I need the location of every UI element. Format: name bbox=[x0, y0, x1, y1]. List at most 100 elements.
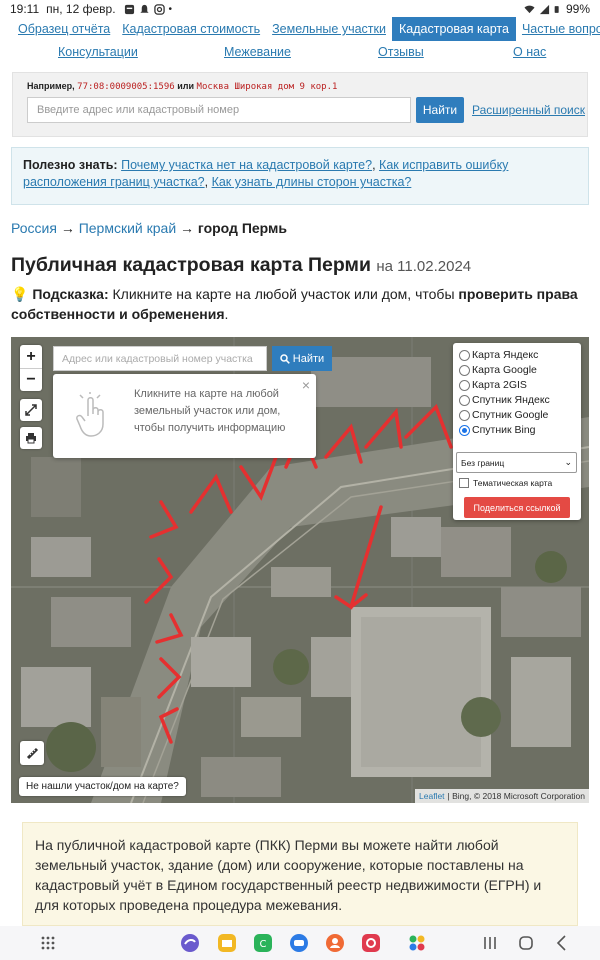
multi-apps-icon[interactable] bbox=[407, 933, 427, 953]
battery-level: 99% bbox=[565, 2, 590, 16]
layer-label: Карта Яндекс bbox=[472, 349, 539, 361]
example-number: 77:08:0009005:1596 bbox=[77, 82, 175, 92]
borders-select[interactable]: Без границ ⌄ bbox=[456, 452, 577, 473]
layer-switcher: Карта Яндекс Карта Google Карта 2GIS Спу… bbox=[453, 343, 581, 520]
back-icon[interactable] bbox=[552, 933, 572, 953]
example-or: или bbox=[177, 81, 195, 91]
camera-app-icon[interactable] bbox=[361, 933, 381, 953]
notification-icon bbox=[124, 4, 134, 14]
nav-link-sample-report[interactable]: Образец отчёта bbox=[12, 17, 116, 41]
breadcrumb-separator: → bbox=[180, 220, 195, 236]
site-nav: Образец отчёта Кадастровая стоимость Зем… bbox=[0, 17, 600, 67]
search-input[interactable]: Введите адрес или кадастровый номер bbox=[27, 97, 411, 123]
app-drawer-icon[interactable] bbox=[38, 933, 58, 953]
home-icon[interactable] bbox=[516, 933, 536, 953]
map-attribution: Leaflet | Bing, © 2018 Microsoft Corpora… bbox=[415, 789, 589, 803]
page-title: Публичная кадастровая карта Перми на 11.… bbox=[11, 254, 471, 277]
layer-option-bing-satellite[interactable]: Спутник Bing bbox=[459, 424, 536, 436]
search-example: Например, 77:08:0009005:1596 или Москва … bbox=[27, 81, 337, 92]
info-link-side-lengths[interactable]: Как узнать длины сторон участка? bbox=[212, 175, 412, 189]
browser-app-icon[interactable] bbox=[180, 933, 200, 953]
tooltip-close-icon[interactable]: × bbox=[302, 377, 310, 393]
contacts-app-icon[interactable] bbox=[325, 933, 345, 953]
description-box: На публичной кадастровой карте (ПКК) Пер… bbox=[22, 822, 578, 926]
layer-option-2gis-map[interactable]: Карта 2GIS bbox=[459, 379, 527, 391]
search-panel: Например, 77:08:0009005:1596 или Москва … bbox=[12, 72, 588, 137]
advanced-search-link[interactable]: Расширенный поиск bbox=[472, 103, 585, 117]
info-link-missing-plot[interactable]: Почему участка нет на кадастровой карте? bbox=[121, 158, 372, 172]
nav-link-reviews[interactable]: Отзывы bbox=[378, 45, 424, 59]
fullscreen-button[interactable] bbox=[20, 399, 42, 421]
radio-icon bbox=[459, 394, 470, 406]
map-search-button-label: Найти bbox=[292, 352, 325, 365]
layer-label: Карта 2GIS bbox=[472, 379, 527, 391]
useful-info-box: Полезно знать: Почему участка нет на кад… bbox=[11, 147, 589, 205]
zoom-in-button[interactable]: + bbox=[20, 345, 42, 368]
ruler-icon bbox=[26, 747, 38, 759]
map-search-input[interactable]: Адрес или кадастровый номер участка bbox=[53, 346, 267, 371]
radio-icon bbox=[459, 379, 470, 391]
nav-link-cadastral-map[interactable]: Кадастровая карта bbox=[392, 17, 516, 41]
status-date: пн, 12 февр. bbox=[46, 2, 116, 16]
attribution-text: | Bing, © 2018 Microsoft Corporation bbox=[447, 791, 585, 801]
radio-selected-icon bbox=[459, 424, 470, 436]
thematic-map-checkbox[interactable]: Тематическая карта bbox=[459, 478, 552, 488]
android-nav-bar: C bbox=[0, 926, 600, 960]
hint: 💡 Подсказка: Кликните на карте на любой … bbox=[11, 284, 591, 324]
dot-icon: • bbox=[168, 3, 173, 15]
zoom-control: + − bbox=[20, 345, 42, 391]
wifi-icon bbox=[524, 5, 535, 13]
chevron-down-icon: ⌄ bbox=[564, 457, 572, 467]
status-bar: 19:11 пн, 12 февр. • 99% bbox=[0, 0, 600, 18]
messages-app-icon[interactable] bbox=[289, 933, 309, 953]
radio-icon bbox=[459, 409, 470, 421]
map-search-button[interactable]: Найти bbox=[272, 346, 332, 371]
leaflet-link[interactable]: Leaflet bbox=[419, 791, 445, 801]
breadcrumb-current: город Пермь bbox=[197, 220, 287, 236]
nav-row-1: Образец отчёта Кадастровая стоимость Зем… bbox=[0, 17, 600, 41]
layer-option-google-map[interactable]: Карта Google bbox=[459, 364, 537, 376]
nav-row-2: Консультации Межевание Отзывы О нас bbox=[0, 41, 600, 67]
cadastral-map[interactable]: + − Адрес или кадастровый номер участка … bbox=[11, 337, 589, 803]
phone-app-icon[interactable]: C bbox=[253, 933, 273, 953]
layer-option-google-satellite[interactable]: Спутник Google bbox=[459, 409, 548, 421]
breadcrumb-separator: → bbox=[60, 220, 75, 236]
signal-icon bbox=[539, 4, 550, 14]
nav-link-faq[interactable]: Частые вопросы bbox=[516, 17, 600, 41]
thematic-map-label: Тематическая карта bbox=[473, 478, 553, 488]
page-title-date: на 11.02.2024 bbox=[376, 258, 472, 275]
search-icon bbox=[280, 353, 290, 364]
layer-label: Спутник Яндекс bbox=[472, 394, 550, 406]
breadcrumb-perm-krai[interactable]: Пермский край bbox=[79, 220, 176, 236]
layer-option-yandex-satellite[interactable]: Спутник Яндекс bbox=[459, 394, 550, 406]
not-found-button[interactable]: Не нашли участок/дом на карте? bbox=[19, 777, 186, 796]
folder-app-icon[interactable] bbox=[217, 933, 237, 953]
pointer-hand-icon bbox=[76, 392, 104, 437]
example-address: Москва Широкая дом 9 кор.1 bbox=[196, 82, 338, 92]
measure-button[interactable] bbox=[20, 741, 44, 765]
layer-label: Спутник Google bbox=[472, 409, 549, 421]
svg-text:C: C bbox=[260, 939, 267, 950]
checkbox-icon bbox=[459, 478, 469, 488]
nav-link-cadastral-value[interactable]: Кадастровая стоимость bbox=[116, 17, 266, 41]
map-tooltip-text: Кликните на карте на любой земельный уча… bbox=[134, 388, 286, 434]
nav-link-about[interactable]: О нас bbox=[513, 45, 546, 59]
recent-apps-icon[interactable] bbox=[480, 933, 500, 953]
nav-link-surveying[interactable]: Межевание bbox=[224, 45, 291, 59]
zoom-out-button[interactable]: − bbox=[20, 368, 42, 391]
breadcrumb-russia[interactable]: Россия bbox=[11, 220, 57, 236]
print-button[interactable] bbox=[20, 427, 42, 449]
share-link-button[interactable]: Поделиться ссылкой bbox=[464, 497, 570, 518]
useful-info-label: Полезно знать: bbox=[23, 158, 118, 172]
layer-option-yandex-map[interactable]: Карта Яндекс bbox=[459, 349, 538, 361]
hint-end: . bbox=[224, 306, 229, 322]
radio-icon bbox=[459, 364, 470, 376]
breadcrumb: Россия → Пермский край → город Пермь bbox=[11, 220, 287, 236]
nav-link-land-plots[interactable]: Земельные участки bbox=[266, 17, 392, 41]
bell-icon bbox=[139, 4, 149, 13]
nav-link-consultations[interactable]: Консультации bbox=[58, 45, 138, 59]
battery-icon bbox=[554, 5, 559, 13]
search-button[interactable]: Найти bbox=[416, 97, 464, 123]
instagram-icon bbox=[153, 3, 165, 15]
hint-text: Кликните на карте на любой участок или д… bbox=[112, 286, 455, 302]
